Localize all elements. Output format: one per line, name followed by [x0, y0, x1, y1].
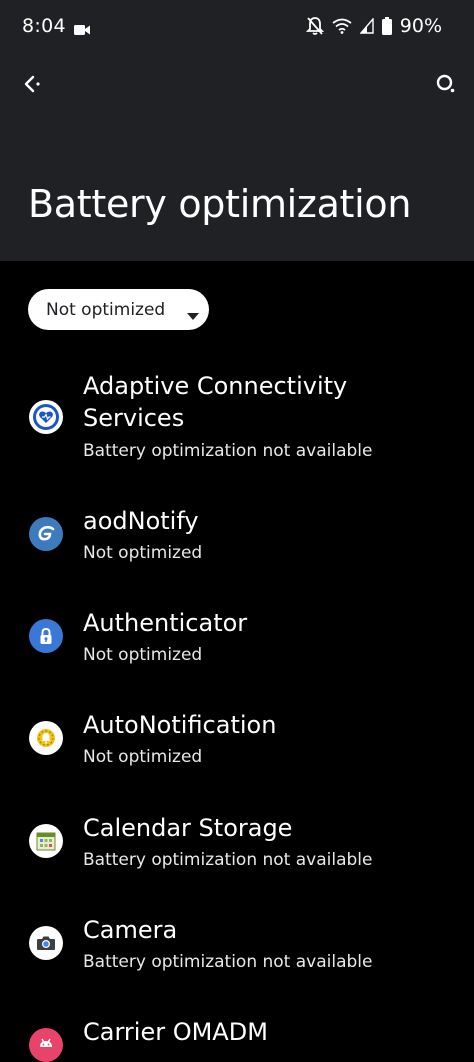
app-name: Adaptive Connectivity [83, 372, 348, 400]
camera-icon [29, 926, 63, 960]
list-item[interactable]: AutoNotification Not optimized [0, 709, 474, 779]
autonotification-icon [29, 721, 63, 755]
adaptive-connectivity-icon [29, 400, 63, 434]
app-name: Calendar Storage [83, 814, 293, 842]
app-status: Not optimized [83, 645, 203, 665]
app-list: Adaptive Connectivity Services Battery o… [0, 0, 474, 1062]
aodnotify-icon [29, 517, 63, 551]
app-status: Not optimized [83, 747, 203, 767]
app-status: Battery optimization not available [83, 850, 373, 870]
app-name: aodNotify [83, 507, 199, 535]
app-name: Camera [83, 916, 178, 944]
list-item[interactable]: aodNotify Not optimized [0, 505, 474, 575]
list-item[interactable]: Adaptive Connectivity Services Battery o… [0, 370, 474, 470]
list-item[interactable]: Carrier OMADM [0, 1016, 474, 1062]
app-name: Carrier OMADM [83, 1018, 268, 1046]
app-status: Not optimized [83, 543, 203, 563]
list-item[interactable]: Authenticator Not optimized [0, 607, 474, 677]
app-name: Authenticator [83, 609, 248, 637]
list-item[interactable]: Calendar Storage Battery optimization no… [0, 812, 474, 882]
authenticator-icon [29, 619, 63, 653]
app-name: AutoNotification [83, 711, 277, 739]
calendar-storage-icon [29, 824, 63, 858]
list-item[interactable]: Camera Battery optimization not availabl… [0, 914, 474, 984]
app-status: Battery optimization not available [83, 441, 373, 461]
app-status: Battery optimization not available [83, 952, 373, 972]
app-name-line2: Services [83, 404, 185, 432]
android-icon [29, 1028, 63, 1062]
